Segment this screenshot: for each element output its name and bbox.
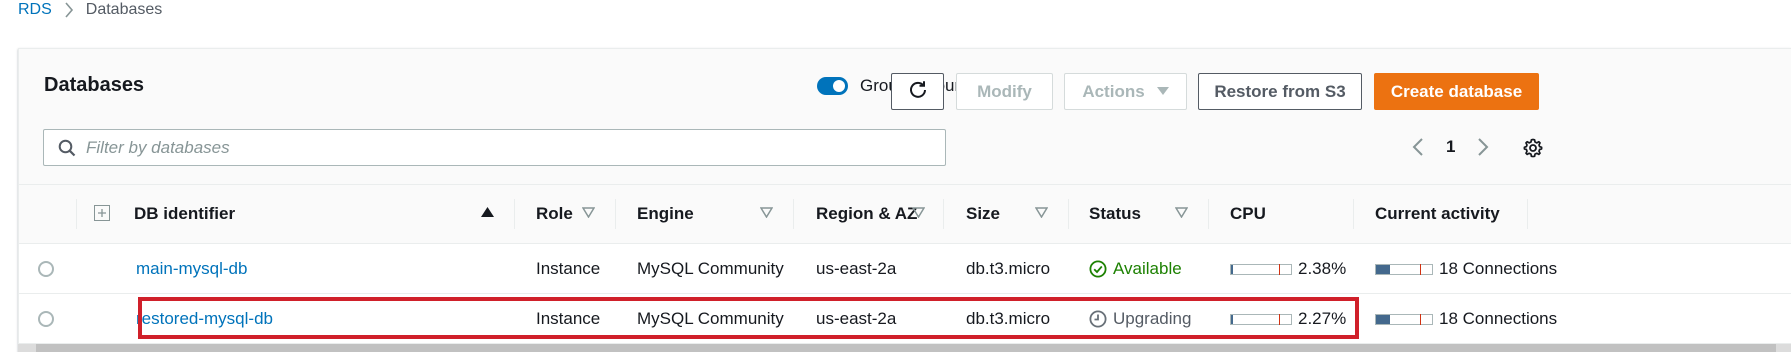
caret-down-icon — [1156, 87, 1169, 96]
activity-value: 18 Connections — [1439, 309, 1558, 328]
cpu-value: 2.38% — [1298, 259, 1347, 278]
modify-button[interactable]: Modify — [956, 73, 1053, 110]
actions-label: Actions — [1082, 81, 1145, 101]
activity-cell: 18 Connections — [1375, 244, 1557, 294]
sort-caret-engine-icon[interactable] — [760, 207, 773, 218]
databases-table: DB identifier Role Engine Region & AZ Si… — [19, 184, 1791, 344]
clock-icon — [1089, 310, 1107, 328]
search-icon — [58, 139, 76, 157]
next-page-icon[interactable] — [1477, 138, 1489, 156]
page-title: Databases — [44, 74, 145, 96]
cpu-meter — [1230, 313, 1292, 325]
table-row[interactable]: restored-mysql-db Instance MySQL Communi… — [19, 294, 1791, 344]
breadcrumb: RDS Databases — [18, 0, 162, 20]
refresh-icon — [908, 79, 928, 104]
settings-gear-icon[interactable] — [1523, 138, 1543, 158]
sort-ascending-icon[interactable] — [481, 207, 494, 218]
table-header: DB identifier Role Engine Region & AZ Si… — [19, 184, 1791, 244]
col-header-current-activity[interactable]: Current activity — [1375, 185, 1500, 243]
col-header-size[interactable]: Size — [966, 185, 1000, 243]
col-header-role[interactable]: Role — [536, 185, 573, 243]
refresh-button[interactable] — [891, 73, 944, 110]
cpu-meter — [1230, 263, 1292, 275]
role-cell: Instance — [536, 309, 601, 328]
db-identifier-link[interactable]: main-mysql-db — [136, 259, 247, 279]
sort-caret-role-icon[interactable] — [582, 207, 595, 218]
engine-cell: MySQL Community — [637, 309, 784, 328]
sort-caret-status-icon[interactable] — [1175, 207, 1188, 218]
col-header-status[interactable]: Status — [1089, 185, 1141, 243]
pagination: 1 — [1412, 137, 1489, 157]
sort-caret-size-icon[interactable] — [1035, 207, 1048, 218]
filter-databases-input[interactable] — [86, 137, 886, 158]
breadcrumb-current: Databases — [85, 1, 163, 18]
check-circle-icon — [1089, 260, 1107, 278]
activity-value: 18 Connections — [1439, 259, 1558, 278]
status-text: Available — [1113, 259, 1182, 278]
chevron-right-icon — [64, 2, 74, 18]
activity-cell: 18 Connections — [1375, 294, 1557, 344]
sort-caret-region-icon[interactable] — [912, 207, 925, 218]
engine-cell: MySQL Community — [637, 259, 784, 278]
expand-all-icon[interactable] — [94, 205, 110, 221]
toggle-switch[interactable] — [817, 77, 848, 95]
previous-page-icon[interactable] — [1412, 138, 1424, 156]
actions-button[interactable]: Actions — [1064, 73, 1187, 110]
size-cell: db.t3.micro — [966, 309, 1051, 328]
status-cell: Available — [1089, 244, 1182, 294]
role-cell: Instance — [536, 259, 601, 278]
cpu-cell: 2.27% — [1230, 294, 1346, 344]
db-identifier-link[interactable]: restored-mysql-db — [136, 309, 273, 329]
size-cell: db.t3.micro — [966, 259, 1051, 278]
activity-meter — [1375, 263, 1433, 275]
col-header-db-identifier[interactable]: DB identifier — [134, 185, 235, 243]
horizontal-scrollbar[interactable] — [18, 344, 1791, 352]
col-header-region[interactable]: Region & AZ — [816, 185, 917, 243]
create-database-button[interactable]: Create database — [1374, 73, 1539, 110]
row-select-radio[interactable] — [38, 311, 54, 327]
status-cell: Upgrading — [1089, 294, 1191, 344]
row-select-radio[interactable] — [38, 261, 54, 277]
status-text: Upgrading — [1113, 309, 1192, 328]
cpu-cell: 2.38% — [1230, 244, 1346, 294]
activity-meter — [1375, 313, 1433, 325]
page-number[interactable]: 1 — [1446, 137, 1455, 157]
region-cell: us-east-2a — [816, 309, 897, 328]
region-cell: us-east-2a — [816, 259, 897, 278]
restore-from-s3-button[interactable]: Restore from S3 — [1198, 73, 1362, 110]
cpu-value: 2.27% — [1298, 309, 1347, 328]
scrollbar-thumb[interactable] — [36, 344, 1776, 352]
breadcrumb-rds-link[interactable]: RDS — [18, 1, 52, 19]
databases-panel: Databases Group resources Modify Actions… — [18, 48, 1791, 352]
filter-search-box[interactable] — [43, 129, 946, 166]
table-row[interactable]: main-mysql-db Instance MySQL Community u… — [19, 244, 1791, 294]
col-header-cpu[interactable]: CPU — [1230, 185, 1266, 243]
col-header-engine[interactable]: Engine — [637, 185, 694, 243]
